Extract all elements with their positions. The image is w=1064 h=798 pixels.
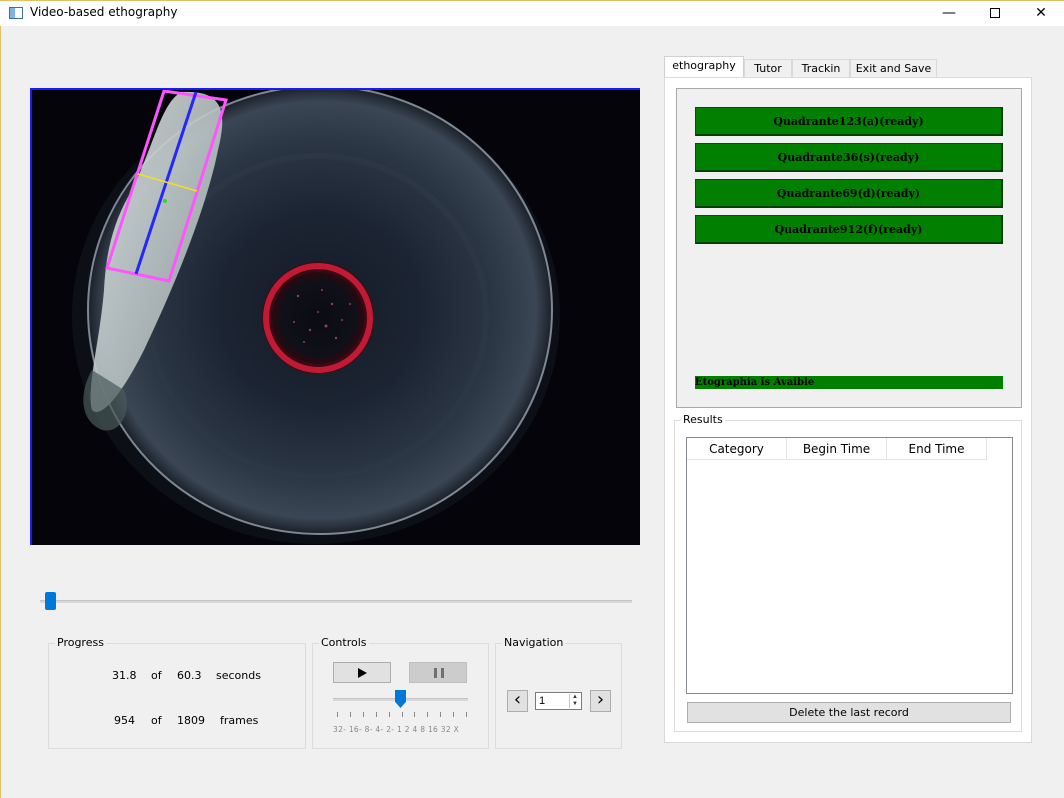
play-icon (358, 668, 367, 678)
results-title: Results (681, 413, 725, 426)
column-header-category[interactable]: Category (687, 438, 787, 460)
speed-tick-labels: 32- 16- 8- 4- 2- 1 2 4 8 16 32 X (333, 725, 460, 734)
close-button[interactable]: ✕ (1018, 1, 1064, 27)
maximize-icon (990, 8, 1000, 18)
ethography-panel: Quadrante123(a)(ready) Quadrante36(s)(re… (664, 77, 1032, 743)
pause-button[interactable] (409, 662, 467, 683)
column-header-begin-time[interactable]: Begin Time (787, 438, 887, 460)
chevron-right-icon: › (596, 689, 605, 710)
results-table[interactable]: Category Begin Time End Time (686, 437, 1013, 694)
tab-exit-and-save[interactable]: Exit and Save (850, 59, 937, 78)
results-group: Results Category Begin Time End Time Del… (674, 413, 1022, 732)
minimize-icon: — (942, 5, 956, 21)
speed-tick (453, 712, 454, 717)
quadrante912-button[interactable]: Quadrante912(f)(ready) (695, 215, 1003, 244)
speed-tick (389, 712, 390, 717)
quadrante69-button[interactable]: Quadrante69(d)(ready) (695, 179, 1003, 208)
progress-title: Progress (55, 636, 106, 649)
title-bar: Video-based ethography — ✕ (0, 0, 1064, 26)
timeline-slider[interactable] (40, 592, 632, 610)
window-title: Video-based ethography (30, 5, 178, 19)
frames-of-label: of (151, 714, 162, 727)
ethography-status: Etographia is Avaible (695, 376, 1003, 389)
seconds-of-label: of (151, 669, 162, 682)
ethography-box: Quadrante123(a)(ready) Quadrante36(s)(re… (676, 88, 1022, 408)
video-frame (30, 88, 640, 545)
speed-tick (466, 712, 467, 717)
frame-step-value: 1 (539, 695, 546, 707)
progress-group: Progress 31.8 of 60.3 seconds 954 of 180… (48, 636, 306, 749)
play-button[interactable] (333, 662, 391, 683)
quadrante123-button[interactable]: Quadrante123(a)(ready) (695, 107, 1003, 136)
delete-last-record-button[interactable]: Delete the last record (687, 702, 1011, 723)
speed-tick (337, 712, 338, 717)
app-icon (9, 7, 23, 19)
navigation-group: Navigation ‹ 1 ▲ ▼ › (495, 636, 622, 749)
minimize-button[interactable]: — (926, 1, 972, 27)
tab-trackin[interactable]: Trackin (792, 59, 850, 78)
controls-title: Controls (319, 636, 369, 649)
next-frame-button[interactable]: › (590, 690, 611, 712)
controls-group: Controls 32- 16- 8- 4- 2- 1 2 4 8 16 32 … (312, 636, 489, 749)
close-icon: ✕ (1035, 5, 1047, 21)
chevron-left-icon: ‹ (513, 689, 522, 710)
speed-tick (427, 712, 428, 717)
speed-tick (440, 712, 441, 717)
speed-ticks (337, 712, 467, 718)
speed-tick (376, 712, 377, 717)
frames-total: 1809 (177, 714, 205, 727)
quadrante36-button[interactable]: Quadrante36(s)(ready) (695, 143, 1003, 172)
window-border (0, 26, 1, 798)
spin-arrows-icon[interactable]: ▲ ▼ (569, 694, 580, 708)
previous-frame-button[interactable]: ‹ (507, 690, 528, 712)
tab-ethography[interactable]: ethography (664, 56, 744, 78)
navigation-title: Navigation (502, 636, 566, 649)
timeline-handle[interactable] (45, 592, 56, 610)
frames-current: 954 (114, 714, 135, 727)
seconds-current: 31.8 (112, 669, 137, 682)
seconds-total: 60.3 (177, 669, 202, 682)
column-header-end-time[interactable]: End Time (887, 438, 987, 460)
video-image (32, 90, 640, 545)
speed-tick (350, 712, 351, 717)
frames-unit: frames (220, 714, 259, 727)
seconds-unit: seconds (216, 669, 261, 682)
pause-icon (434, 668, 444, 678)
speed-tick (363, 712, 364, 717)
timeline-groove (40, 600, 632, 603)
speed-handle[interactable] (395, 690, 406, 708)
speed-tick (402, 712, 403, 717)
maximize-button[interactable] (972, 1, 1018, 27)
tab-tutor[interactable]: Tutor (744, 59, 792, 78)
speed-tick (414, 712, 415, 717)
frame-step-spinbox[interactable]: 1 ▲ ▼ (535, 692, 582, 710)
